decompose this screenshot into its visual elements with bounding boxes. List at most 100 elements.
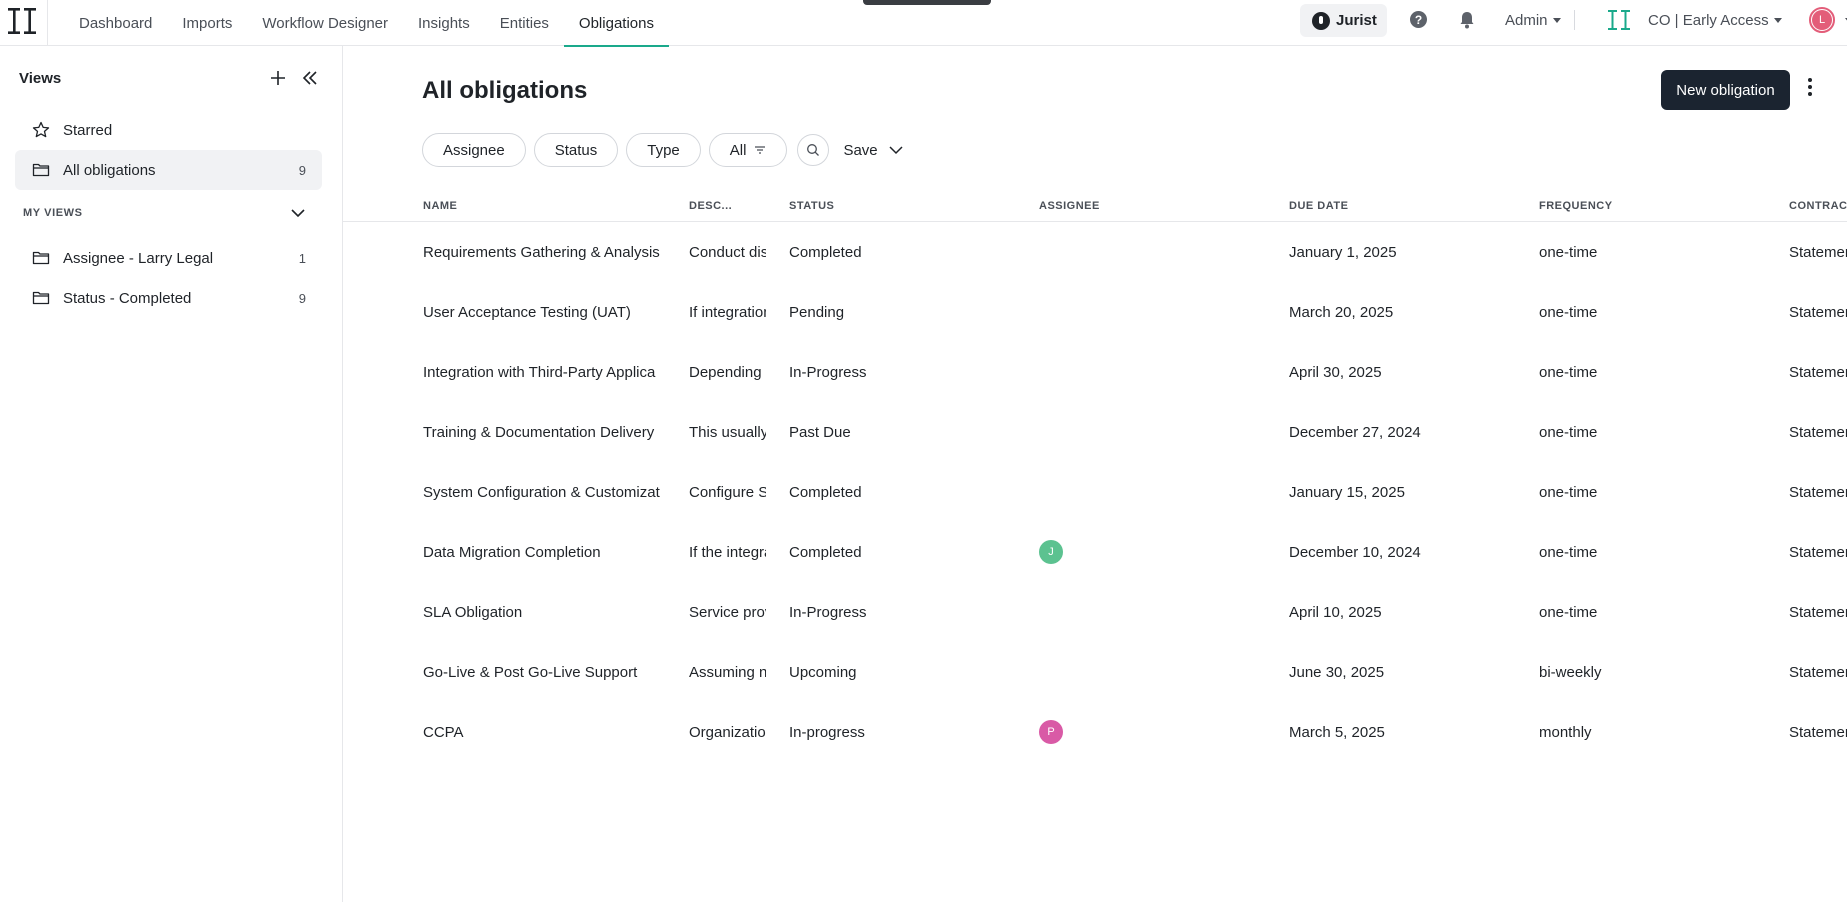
folder-icon (32, 163, 50, 177)
table-row[interactable]: Go-Live & Post Go-Live Support Assuming n… (343, 642, 1847, 702)
cell-due-date: December 27, 2024 (1289, 423, 1421, 441)
collapse-sidebar-icon[interactable] (300, 68, 320, 88)
org-label: CO | Early Access (1648, 11, 1769, 29)
chevron-down-icon[interactable] (289, 206, 307, 220)
filter-label: Assignee (443, 141, 505, 159)
sidebar-item-assignee-larry-legal[interactable]: Assignee - Larry Legal 1 (15, 238, 322, 278)
cell-frequency: one-time (1539, 243, 1598, 261)
cell-name: User Acceptance Testing (UAT) (423, 303, 631, 321)
cell-description: Assuming n (689, 663, 766, 681)
nav-dashboard[interactable]: Dashboard (64, 0, 167, 46)
cell-due-date: December 10, 2024 (1289, 543, 1421, 561)
cell-assignee (1039, 402, 1259, 462)
cell-assignee (1039, 222, 1259, 282)
folder-icon (32, 251, 50, 265)
column-header-name[interactable]: NAME (423, 200, 457, 212)
table-row[interactable]: User Acceptance Testing (UAT) If integrat… (343, 282, 1847, 342)
cell-assignee (1039, 462, 1259, 522)
cell-frequency: one-time (1539, 483, 1598, 501)
top-navigation-bar: Dashboard Imports Workflow Designer Insi… (0, 0, 1847, 47)
jurist-label: Jurist (1336, 12, 1377, 29)
sidebar-item-label: All obligations (63, 161, 156, 179)
app-logo-icon[interactable] (6, 5, 38, 37)
search-button[interactable] (797, 134, 830, 166)
column-header-description[interactable]: DESC... (689, 200, 732, 212)
cell-frequency: monthly (1539, 723, 1592, 741)
filter-type[interactable]: Type (626, 133, 701, 167)
nav-entities[interactable]: Entities (485, 0, 564, 46)
table-row[interactable]: Requirements Gathering & Analysis Conduct… (343, 222, 1847, 282)
top-drag-handle[interactable] (863, 0, 991, 5)
sidebar-item-label: Starred (63, 121, 113, 139)
cell-name: Data Migration Completion (423, 543, 601, 561)
table-row[interactable]: Integration with Third-Party Applica Depe… (343, 342, 1847, 402)
column-header-frequency[interactable]: FREQUENCY (1539, 200, 1613, 212)
assignee-avatar[interactable]: P (1039, 720, 1063, 744)
cell-status: In-Progress (789, 363, 867, 381)
cell-name: Integration with Third-Party Applica (423, 363, 656, 381)
filter-status[interactable]: Status (533, 133, 619, 167)
cell-frequency: one-time (1539, 303, 1598, 321)
nav-insights[interactable]: Insights (403, 0, 485, 46)
sidebar-item-starred[interactable]: Starred (15, 110, 322, 150)
save-label: Save (843, 141, 878, 159)
filter-assignee[interactable]: Assignee (422, 133, 526, 167)
folder-icon (32, 291, 50, 305)
help-icon[interactable]: ? (1410, 11, 1427, 28)
cell-name: SLA Obligation (423, 603, 523, 621)
table-row[interactable]: SLA Obligation Service prov In-Progress Apr… (343, 582, 1847, 642)
cell-status: Completed (789, 543, 862, 561)
table-body: Requirements Gathering & Analysis Conduct… (343, 222, 1847, 762)
user-initial: L (1812, 10, 1832, 30)
cell-name: Requirements Gathering & Analysis (423, 243, 660, 261)
page-title: All obligations (422, 77, 588, 104)
cell-due-date: March 5, 2025 (1289, 723, 1385, 741)
more-options-icon[interactable] (1806, 78, 1814, 100)
table-row[interactable]: Training & Documentation Delivery This us… (343, 402, 1847, 462)
cell-frequency: one-time (1539, 363, 1598, 381)
org-switcher[interactable]: CO | Early Access (1648, 0, 1782, 40)
nav-obligations[interactable]: Obligations (563, 0, 670, 47)
admin-menu[interactable]: Admin (1505, 0, 1561, 40)
jurist-icon (1312, 11, 1330, 30)
filter-all[interactable]: All (708, 133, 788, 167)
my-views-heading: MY VIEWS (23, 207, 83, 219)
sidebar-item-count: 9 (298, 290, 306, 306)
sidebar-item-label: Assignee - Larry Legal (63, 249, 214, 267)
save-view-button[interactable]: Save (843, 142, 903, 159)
cell-contract: Statemen (1789, 483, 1847, 501)
nav-imports[interactable]: Imports (167, 0, 247, 46)
table-row[interactable]: CCPA Organization In-progress P March 5, 202… (343, 702, 1847, 762)
jurist-button[interactable]: Jurist (1300, 4, 1387, 37)
cell-frequency: one-time (1539, 603, 1598, 621)
column-header-status[interactable]: STATUS (789, 200, 834, 212)
views-title: Views (19, 70, 62, 87)
sidebar-item-label: Status - Completed (63, 289, 192, 307)
filter-label: Type (647, 141, 680, 159)
new-obligation-button[interactable]: New obligation (1661, 70, 1790, 110)
sidebar-item-all-obligations[interactable]: All obligations 9 (15, 150, 322, 190)
cell-description: Depending o (689, 363, 766, 381)
filter-label: All (729, 141, 747, 159)
chevron-down-icon (1552, 17, 1561, 23)
table-row[interactable]: Data Migration Completion If the integra C… (343, 522, 1847, 582)
table-header: NAME DESC... STATUS ASSIGNEE DUE DATE FR… (343, 194, 1847, 222)
cell-description: Conduct dis (689, 243, 766, 261)
assignee-avatar[interactable]: J (1039, 540, 1063, 564)
notification-bell-icon[interactable] (1458, 10, 1476, 30)
nav-workflow-designer[interactable]: Workflow Designer (247, 0, 403, 46)
cell-name: System Configuration & Customizat (423, 483, 660, 501)
cell-frequency: bi-weekly (1539, 663, 1602, 681)
cell-name: Training & Documentation Delivery (423, 423, 655, 441)
admin-label: Admin (1505, 11, 1548, 29)
column-header-assignee[interactable]: ASSIGNEE (1039, 200, 1100, 212)
table-row[interactable]: System Configuration & Customizat Configu… (343, 462, 1847, 522)
sidebar-item-status-completed[interactable]: Status - Completed 9 (15, 278, 322, 318)
user-avatar[interactable]: L (1809, 7, 1835, 33)
star-icon (32, 121, 50, 138)
add-view-icon[interactable] (268, 68, 288, 88)
cell-contract: Statemen (1789, 423, 1847, 441)
column-header-contract[interactable]: CONTRAC (1789, 200, 1847, 212)
column-header-due-date[interactable]: DUE DATE (1289, 200, 1348, 212)
sidebar-item-count: 1 (298, 250, 306, 266)
